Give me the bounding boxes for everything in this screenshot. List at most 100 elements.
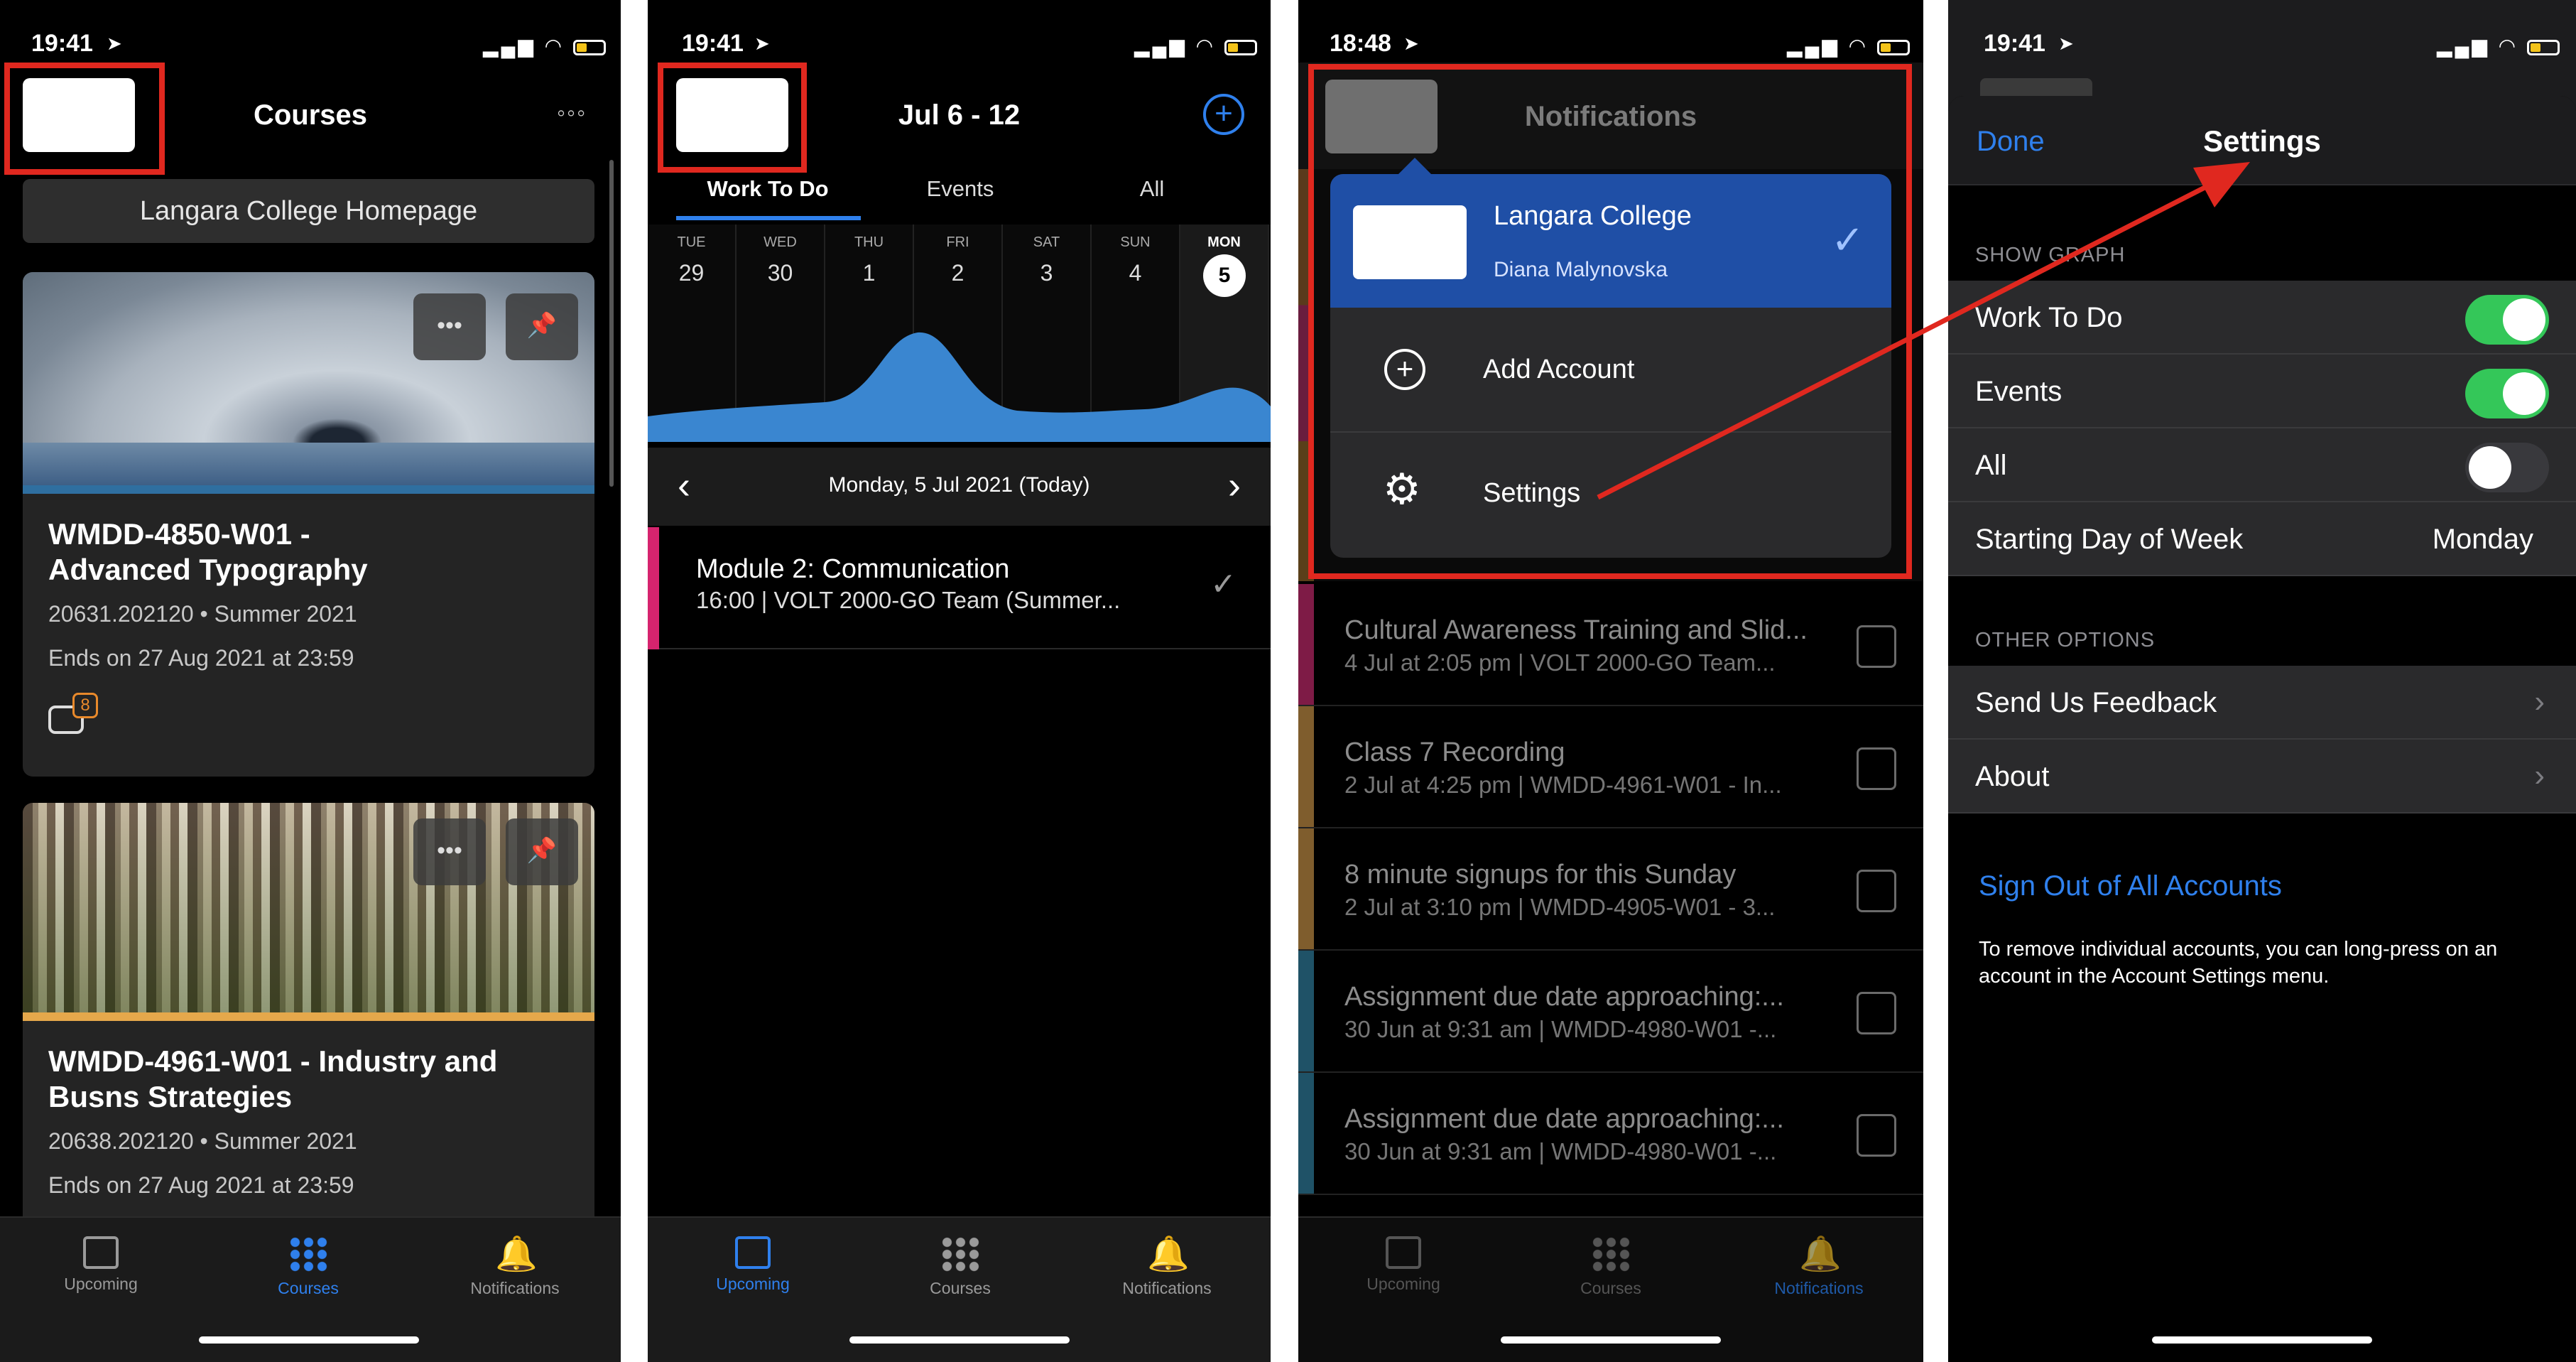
tab-work-to-do[interactable]: Work To Do: [675, 176, 861, 202]
more-options-button[interactable]: ◦◦◦: [557, 99, 587, 127]
setting-events: Events: [1948, 355, 2576, 428]
all-toggle[interactable]: [2465, 443, 2549, 492]
battery-icon: [2526, 39, 2560, 55]
notification-accent-bar: [1298, 706, 1314, 827]
tab-label: Courses: [278, 1279, 339, 1297]
notification-row[interactable]: Class 7 Recording 2 Jul at 4:25 pm | WMDD…: [1298, 706, 1923, 828]
location-icon: ➤: [2058, 33, 2074, 54]
sign-out-button[interactable]: Sign Out of All Accounts: [1979, 870, 2282, 902]
tab-label: Upcoming: [1366, 1275, 1440, 1293]
course-more-button[interactable]: •••: [413, 818, 486, 885]
status-icons: ▂▄▆ ◠: [1134, 34, 1257, 58]
tab-events[interactable]: Events: [868, 176, 1053, 202]
course-meta: 20631.202120 • Summer 2021: [48, 601, 357, 627]
notification-subtitle: 30 Jun at 9:31 am | WMDD-4980-W01 -...: [1344, 1138, 1777, 1164]
bell-icon: 🔔: [495, 1236, 538, 1273]
notification-title: Cultural Awareness Training and Slid...: [1344, 615, 1808, 645]
grid-icon: [1591, 1236, 1631, 1273]
notification-row[interactable]: Assignment due date approaching:... 30 Ju…: [1298, 951, 1923, 1073]
page-title: Settings: [2203, 124, 2321, 158]
item-accent-bar: [648, 527, 659, 649]
tab-label: Courses: [1580, 1279, 1641, 1297]
notification-row[interactable]: Assignment due date approaching:... 30 Ju…: [1298, 1073, 1923, 1195]
tab-upcoming[interactable]: Upcoming: [30, 1236, 172, 1294]
tab-notifications[interactable]: 🔔 Notifications: [1748, 1236, 1890, 1298]
tab-label: Upcoming: [64, 1275, 138, 1293]
chevron-right-icon: ›: [2534, 758, 2545, 793]
next-day-button[interactable]: ›: [1228, 463, 1241, 507]
setting-starting-day[interactable]: Starting Day of Week Monday: [1948, 502, 2576, 576]
notification-row[interactable]: Cultural Awareness Training and Slid... 4…: [1298, 584, 1923, 706]
notification-title: Assignment due date approaching:...: [1344, 982, 1784, 1012]
setting-label: Work To Do: [1975, 302, 2123, 333]
home-indicator: [2152, 1336, 2372, 1344]
tab-courses[interactable]: Courses: [889, 1236, 1031, 1298]
workload-curve: [648, 332, 1271, 442]
events-toggle[interactable]: [2465, 369, 2549, 418]
week-graph[interactable]: TUE 29 WED 30 THU 1 FRI 2 SAT 3 SUN 4 MON 5: [648, 225, 1271, 442]
tab-courses[interactable]: Courses: [237, 1236, 379, 1298]
course-end-date: Ends on 27 Aug 2021 at 23:59: [48, 1172, 354, 1198]
sheet-header: Done Settings: [1948, 96, 2576, 185]
homepage-button[interactable]: Langara College Homepage: [23, 179, 594, 243]
tab-notifications[interactable]: 🔔 Notifications: [1096, 1236, 1238, 1298]
checkmark-icon[interactable]: ✓: [1210, 566, 1237, 602]
announcement-icon: [1857, 625, 1896, 668]
battery-icon: [1224, 39, 1257, 55]
tab-upcoming[interactable]: Upcoming: [682, 1236, 824, 1294]
tab-label: Courses: [930, 1279, 991, 1297]
setting-all: All: [1948, 428, 2576, 502]
chevron-right-icon: ›: [2534, 684, 2545, 719]
status-time: 19:41: [31, 30, 93, 57]
item-subtitle: 16:00 | VOLT 2000-GO Team (Summer...: [696, 587, 1121, 613]
home-indicator: [1501, 1336, 1721, 1344]
unread-badge: 8: [72, 693, 98, 718]
status-time: 18:48: [1330, 30, 1391, 57]
home-indicator: [199, 1336, 419, 1344]
settings-screen: 19:41 ➤ ▂▄▆ ◠ Done Settings SHOW GRAPH W…: [1948, 0, 2576, 1362]
tab-notifications[interactable]: 🔔 Notifications: [444, 1236, 586, 1298]
date-navigator: ‹ Monday, 5 Jul 2021 (Today) ›: [648, 448, 1271, 526]
setting-label: About: [1975, 761, 2050, 792]
status-time: 19:41: [682, 30, 744, 57]
tab-label: Notifications: [1774, 1279, 1864, 1297]
tab-all[interactable]: All: [1060, 176, 1244, 202]
section-header-graph: SHOW GRAPH: [1975, 244, 2126, 266]
current-date: Monday, 5 Jul 2021 (Today): [828, 473, 1090, 497]
annotation-highlight: [1308, 64, 1912, 579]
week-title: Jul 6 - 12: [898, 99, 1021, 131]
course-more-button[interactable]: •••: [413, 293, 486, 360]
upcoming-item[interactable]: Module 2: Communication 16:00 | VOLT 200…: [648, 527, 1271, 649]
section-header-other: OTHER OPTIONS: [1975, 629, 2156, 652]
notification-subtitle: 30 Jun at 9:31 am | WMDD-4980-W01 -...: [1344, 1016, 1777, 1042]
course-card[interactable]: ••• 📌 WMDD-4961-W01 - Industry and Busns…: [23, 803, 594, 1229]
scrollbar[interactable]: [609, 160, 614, 487]
page-title: Courses: [253, 99, 368, 131]
tab-upcoming[interactable]: Upcoming: [1332, 1236, 1474, 1294]
battery-icon: [1876, 39, 1910, 55]
course-card[interactable]: ••• 📌 WMDD-4850-W01 - Advanced Typograph…: [23, 272, 594, 777]
status-icons: ▂▄▆ ◠: [483, 34, 606, 58]
setting-label: Events: [1975, 376, 2063, 407]
notification-subtitle: 2 Jul at 3:10 pm | WMDD-4905-W01 - 3...: [1344, 894, 1776, 920]
notification-accent-bar: [1298, 951, 1314, 1071]
location-icon: ➤: [107, 33, 122, 54]
notification-title: 8 minute signups for this Sunday: [1344, 860, 1737, 890]
about-item[interactable]: About ›: [1948, 740, 2576, 814]
calendar-icon: [1386, 1236, 1421, 1269]
notification-row[interactable]: 8 minute signups for this Sunday 2 Jul at…: [1298, 828, 1923, 951]
setting-label: All: [1975, 450, 2007, 481]
notification-title: Class 7 Recording: [1344, 737, 1565, 767]
notification-subtitle: 2 Jul at 4:25 pm | WMDD-4961-W01 - In...: [1344, 772, 1782, 798]
setting-value: Monday: [2432, 524, 2533, 555]
course-end-date: Ends on 27 Aug 2021 at 23:59: [48, 645, 354, 671]
send-feedback-item[interactable]: Send Us Feedback ›: [1948, 666, 2576, 740]
calendar-icon: [83, 1236, 119, 1269]
tab-courses[interactable]: Courses: [1540, 1236, 1682, 1298]
pin-icon[interactable]: 📌: [506, 818, 578, 885]
grid-icon: [940, 1236, 980, 1273]
add-icon[interactable]: +: [1203, 94, 1244, 135]
pin-icon[interactable]: 📌: [506, 293, 578, 360]
work-to-do-toggle[interactable]: [2465, 295, 2549, 345]
location-icon: ➤: [1403, 33, 1419, 54]
